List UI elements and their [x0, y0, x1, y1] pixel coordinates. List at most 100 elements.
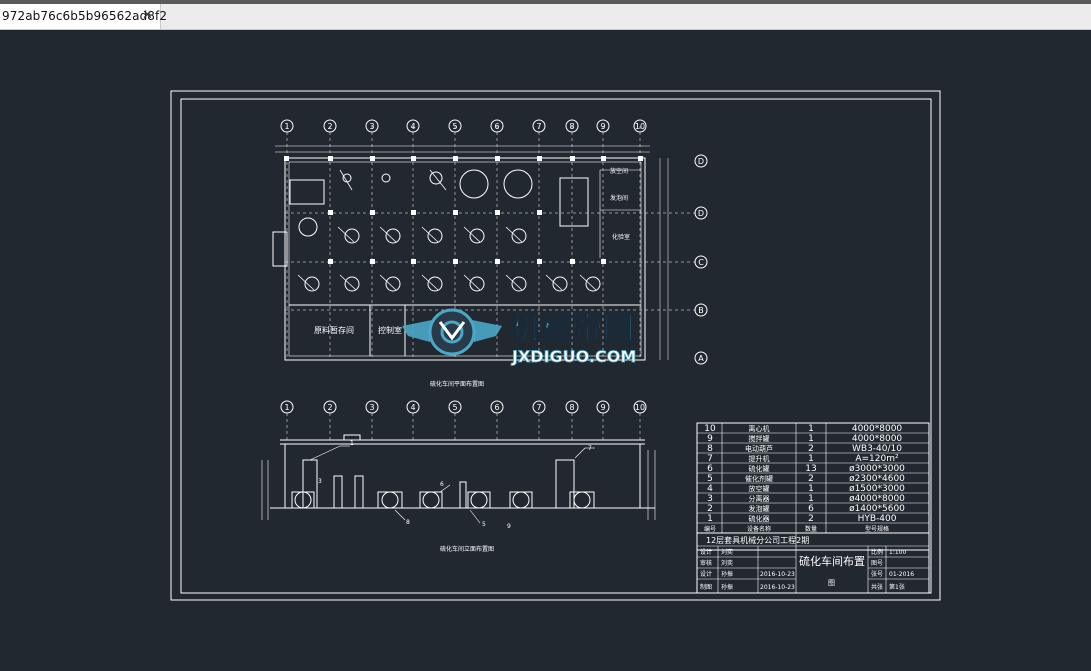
svg-text:2: 2 — [808, 514, 814, 524]
svg-text:4000*8000: 4000*8000 — [852, 434, 903, 444]
svg-text:搅拌罐: 搅拌罐 — [749, 434, 770, 443]
grid-label: C — [698, 258, 704, 267]
svg-text:1: 1 — [808, 434, 814, 444]
grid-label: 8 — [569, 122, 574, 131]
grid-label: 2 — [327, 122, 332, 131]
watermark-cn: 机械帝国 — [510, 311, 634, 347]
svg-text:ø2300*4600: ø2300*4600 — [849, 474, 905, 484]
grid-label: 3 — [369, 403, 374, 412]
document-tab[interactable]: 972ab76c6b5b96562ad8f2 ✕ — [0, 4, 167, 29]
grid-label: 1 — [284, 403, 289, 412]
svg-text:2016-10-23: 2016-10-23 — [760, 584, 795, 591]
grid-label: 7 — [536, 403, 541, 412]
svg-text:ø1400*5600: ø1400*5600 — [849, 504, 905, 514]
tab-strip: 972ab76c6b5b96562ad8f2 ✕ — [0, 4, 1091, 30]
grid-label: B — [698, 306, 704, 315]
room-label: 发泡间 — [610, 194, 628, 202]
svg-text:5: 5 — [482, 521, 486, 528]
svg-text:A=120m²: A=120m² — [855, 454, 899, 464]
elevation-view: 1 2 3 4 5 6 7 8 9 10 173 68 5 9 硫化车间立面布置… — [261, 400, 656, 553]
svg-text:7: 7 — [588, 445, 592, 452]
svg-text:孙振: 孙振 — [721, 570, 733, 578]
svg-text:6: 6 — [707, 464, 713, 474]
svg-text:刘奕: 刘奕 — [721, 559, 733, 567]
svg-text:1: 1 — [350, 440, 354, 447]
svg-text:张号: 张号 — [871, 570, 883, 578]
svg-text:离心机: 离心机 — [749, 424, 770, 433]
grid-label: 4 — [410, 403, 415, 412]
svg-text:发泡罐: 发泡罐 — [749, 504, 770, 513]
grid-label: 4 — [410, 122, 415, 131]
plan-title: 硫化车间平面布置图 — [430, 380, 484, 388]
grid-label: 6 — [494, 122, 499, 131]
grid-label: 8 — [569, 403, 574, 412]
grid-label: 9 — [600, 122, 605, 131]
elevation-title: 硫化车间立面布置图 — [440, 545, 494, 553]
svg-text:1: 1 — [808, 424, 814, 434]
svg-text:5: 5 — [707, 474, 713, 484]
svg-text:4000*8000: 4000*8000 — [852, 424, 903, 434]
svg-text:制图: 制图 — [700, 583, 712, 591]
svg-text:13: 13 — [805, 464, 816, 474]
svg-text:3: 3 — [707, 494, 713, 504]
grid-label: 1 — [284, 122, 289, 131]
svg-text:型号规格: 型号规格 — [865, 525, 889, 533]
svg-text:图号: 图号 — [871, 560, 883, 567]
grid-label: 6 — [494, 403, 499, 412]
svg-text:编号: 编号 — [704, 525, 716, 533]
equipment-table: 10 离心机 1 4000*8000 9 搅拌罐 1 4000*8000 8 电… — [696, 422, 930, 551]
grid-label: A — [698, 354, 704, 363]
drawing-title: 硫化车间布置 — [799, 554, 865, 568]
grid-label: D — [698, 209, 704, 218]
room-label: 化验室 — [612, 233, 630, 241]
svg-text:2: 2 — [707, 504, 713, 514]
grid-label: D — [698, 157, 704, 166]
svg-text:9: 9 — [707, 434, 713, 444]
grid-label: 10 — [635, 403, 645, 412]
grid-label: 7 — [536, 122, 541, 131]
elev-grid-bubbles — [280, 400, 647, 414]
grid-label: 9 — [600, 403, 605, 412]
plan-grid-bubbles-top — [280, 119, 647, 133]
svg-text:催化剂罐: 催化剂罐 — [745, 474, 773, 483]
grid-label: 3 — [369, 122, 374, 131]
room-label: 原料暂存间 — [314, 325, 354, 335]
svg-text:1:100: 1:100 — [889, 549, 906, 556]
svg-text:1: 1 — [808, 484, 814, 494]
svg-text:4: 4 — [707, 484, 713, 494]
svg-text:10: 10 — [704, 424, 716, 434]
svg-text:ø1500*3000: ø1500*3000 — [849, 484, 905, 494]
svg-text:设备名称: 设备名称 — [747, 525, 771, 533]
svg-text:分离器: 分离器 — [749, 494, 770, 503]
svg-text:比例: 比例 — [871, 548, 883, 556]
drawing-canvas[interactable]: 1 2 3 4 5 6 7 8 9 10 D D C B A 原料暂存间 控制室… — [0, 30, 1091, 671]
svg-text:放空罐: 放空罐 — [749, 484, 770, 493]
svg-text:8: 8 — [406, 519, 410, 526]
svg-text:2: 2 — [808, 474, 814, 484]
cad-drawing: 1 2 3 4 5 6 7 8 9 10 D D C B A 原料暂存间 控制室… — [170, 90, 941, 601]
svg-text:9: 9 — [507, 523, 511, 530]
svg-text:设计: 设计 — [700, 570, 712, 578]
svg-text:刘奕: 刘奕 — [721, 548, 733, 556]
svg-text:ø3000*3000: ø3000*3000 — [849, 464, 905, 474]
svg-text:第1张: 第1张 — [889, 583, 905, 591]
svg-text:7: 7 — [707, 454, 713, 464]
svg-text:ø4000*8000: ø4000*8000 — [849, 494, 905, 504]
svg-text:01-2016: 01-2016 — [889, 571, 914, 578]
watermark-logo: 机械帝国 JXDIGUO.COM — [402, 308, 637, 366]
grid-label: 2 — [327, 403, 332, 412]
svg-text:提升机: 提升机 — [749, 454, 770, 463]
svg-text:2016-10-23: 2016-10-23 — [760, 571, 795, 578]
svg-text:孙振: 孙振 — [721, 583, 733, 591]
svg-text:WB3-40/10: WB3-40/10 — [852, 444, 902, 454]
grid-label: 5 — [452, 403, 457, 412]
svg-text:数量: 数量 — [805, 525, 817, 533]
svg-text:共张: 共张 — [871, 583, 883, 591]
project-name: 12层套具机械分公司工程2期 — [706, 535, 809, 545]
svg-text:审核: 审核 — [700, 559, 712, 567]
svg-text:硫化器: 硫化器 — [749, 514, 770, 523]
close-icon[interactable]: ✕ — [142, 8, 153, 23]
svg-text:1: 1 — [808, 494, 814, 504]
svg-text:硫化罐: 硫化罐 — [749, 464, 770, 473]
svg-text:1: 1 — [808, 454, 814, 464]
